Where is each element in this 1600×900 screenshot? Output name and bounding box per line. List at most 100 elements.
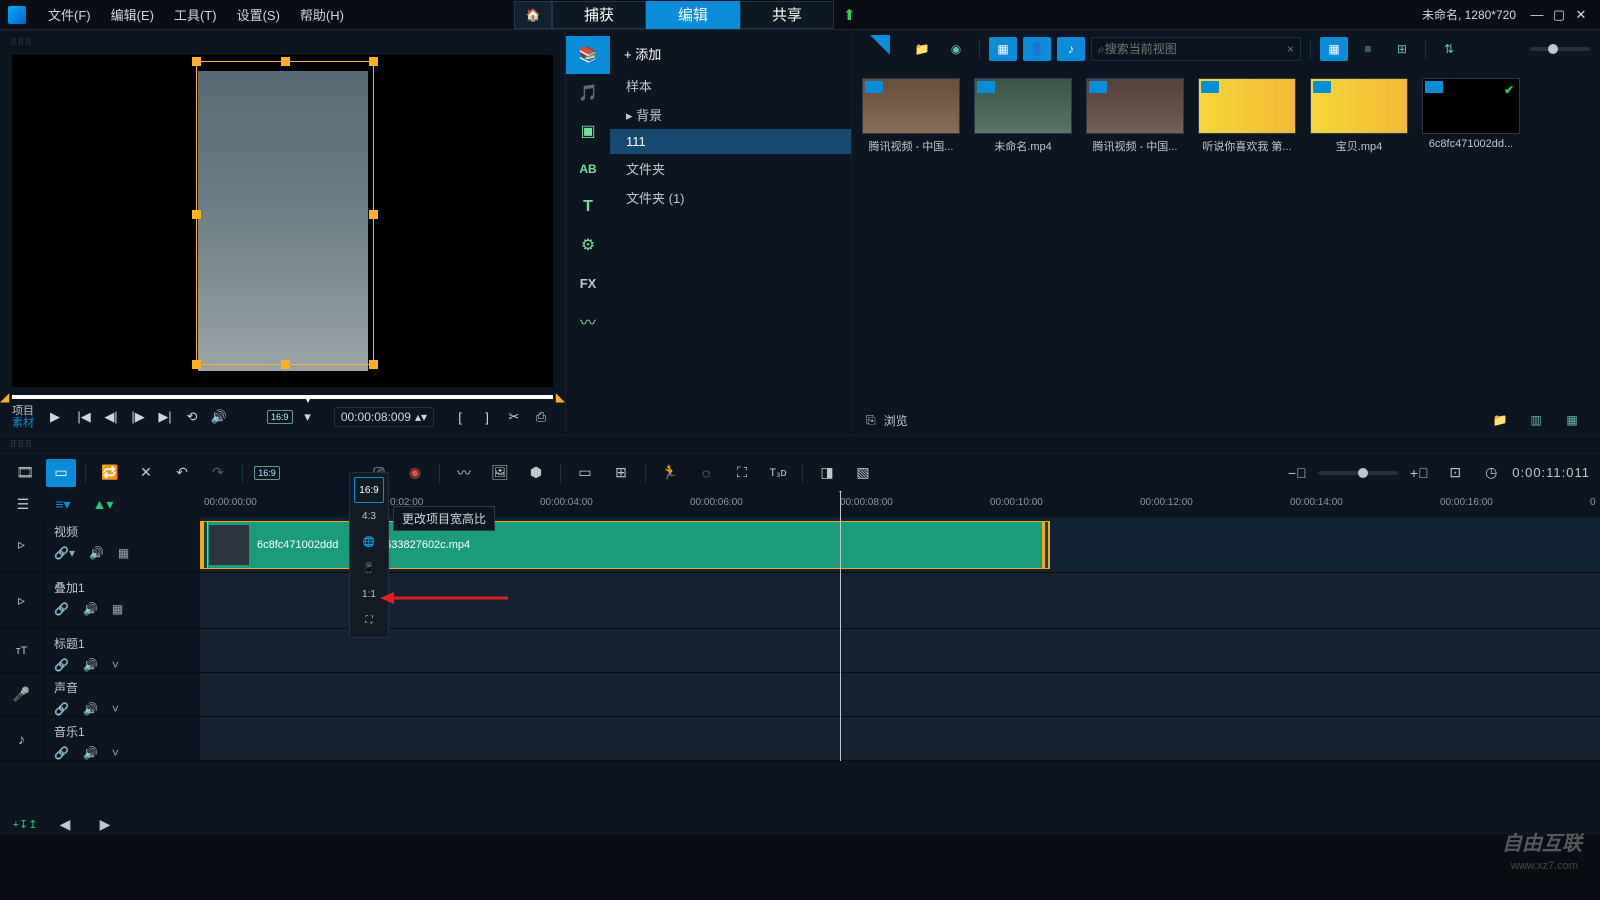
track-overlay[interactable]: ▹ 叠加1🔗🔊▦ (0, 573, 200, 629)
auto-music-icon[interactable]: 🖼 (485, 459, 515, 487)
timeline-canvas[interactable]: 00:00:00:00 0:02:00 00:00:04:00 00:00:06… (200, 491, 1600, 761)
scroll-left-icon[interactable]: ◀ (50, 810, 80, 838)
view-large-icon[interactable]: ▦ (1320, 37, 1348, 61)
lib-opts-icon[interactable]: ▦ (1558, 408, 1586, 432)
mixer-icon[interactable]: ◉ (400, 459, 430, 487)
loop-button[interactable]: ⟲ (180, 405, 204, 429)
scroll-right-icon[interactable]: ▶ (90, 810, 120, 838)
zoom-slider[interactable] (1318, 471, 1398, 475)
import-folder-icon[interactable]: 📁 (908, 37, 936, 61)
preview-scrubber[interactable]: ▾ ◢ ◣ (0, 395, 565, 399)
maximize-icon[interactable]: ▢ (1548, 6, 1570, 24)
split-icon[interactable]: ✂ (502, 405, 526, 429)
drag-dots-icon[interactable]: ⠿⠿⠿ (0, 435, 1600, 453)
view-list-icon[interactable]: ≡ (1354, 37, 1382, 61)
fit-timeline-icon[interactable]: ⊡ (1440, 459, 1470, 487)
sort-icon[interactable]: ⇅ (1435, 37, 1463, 61)
track-mute-icon[interactable]: ▲▾ (88, 490, 118, 518)
replace-icon[interactable]: 🔁 (95, 459, 125, 487)
tree-folder-2[interactable]: 文件夹 (1) (610, 183, 851, 212)
menu-tools[interactable]: 工具(T) (164, 5, 227, 24)
filter-audio-icon[interactable]: ♪ (1057, 37, 1085, 61)
library-thumb[interactable]: ✔6c8fc471002dd... (1422, 78, 1520, 150)
track-motion-icon[interactable]: ◌ (691, 459, 721, 487)
track-video[interactable]: ▹ 视频🔗▾🔊▦ (0, 517, 200, 573)
zoom-in-button[interactable]: +⃝ (1404, 459, 1434, 487)
aspect-ratio-dropdown[interactable]: 16:9 4:3 🌐 📱 1:1 ⛶ (349, 472, 389, 638)
drag-dots-icon[interactable]: ⠿⠿⠿ (0, 34, 565, 51)
menu-file[interactable]: 文件(F) (38, 5, 101, 24)
browse-label[interactable]: 浏览 (884, 412, 908, 429)
subtitle-icon[interactable]: ▭ (570, 459, 600, 487)
thumb-size-slider[interactable] (1530, 47, 1590, 51)
track-voice[interactable]: 🎤 声音🔗🔊˅ (0, 673, 200, 717)
add-button[interactable]: + 添加 (610, 36, 851, 71)
library-thumb[interactable]: 腾讯视频 - 中国... (1086, 78, 1184, 154)
filter-photo-icon[interactable]: 👤 (1023, 37, 1051, 61)
aspect-option-phone-icon[interactable]: 📱 (354, 555, 384, 581)
lib-panel-icon[interactable]: ▥ (1522, 408, 1550, 432)
storyboard-view-icon[interactable]: 🎞 (10, 459, 40, 487)
menu-settings[interactable]: 设置(S) (227, 5, 290, 24)
path-icon[interactable]: 〰 (566, 302, 610, 340)
volume-icon[interactable]: 🔊 (207, 405, 231, 429)
track-options-icon[interactable]: ☰ (8, 490, 38, 518)
timeline-view-icon[interactable]: ▭ (46, 459, 76, 487)
graphics-icon[interactable]: ⚙ (566, 226, 610, 264)
transition-icon[interactable]: ▣ (566, 112, 610, 150)
resize-dropdown-icon[interactable]: ▾ (296, 405, 320, 429)
tree-folder-1[interactable]: 文件夹 (610, 154, 851, 183)
mark-out-icon[interactable]: ] (475, 405, 499, 429)
track-music[interactable]: ♪ 音乐1🔗🔊˅ (0, 717, 200, 761)
aspect-option-custom-icon[interactable]: ⛶ (354, 607, 384, 633)
audio-mixer-icon[interactable]: 〰 (449, 459, 479, 487)
chapter-icon[interactable]: ⬢ (521, 459, 551, 487)
undo-button[interactable]: ↶ (167, 459, 197, 487)
browse-expand-icon[interactable]: ⎘ (866, 413, 876, 428)
minimize-icon[interactable]: — (1526, 6, 1548, 24)
library-thumb[interactable]: 腾讯视频 - 中国... (862, 78, 960, 154)
tree-folder-111[interactable]: 111 (610, 129, 851, 154)
filter-video-icon[interactable]: ▦ (989, 37, 1017, 61)
media-library-icon[interactable]: 📚 (566, 36, 610, 74)
mark-in-icon[interactable]: [ (448, 405, 472, 429)
next-frame-button[interactable]: |▶ (126, 405, 150, 429)
title-icon[interactable]: AB (566, 150, 610, 188)
close-icon[interactable]: ✕ (1570, 6, 1592, 24)
focus-icon[interactable]: ⛶ (727, 459, 757, 487)
tab-edit[interactable]: 编辑 (646, 1, 740, 29)
snapshot-icon[interactable]: ⎙ (529, 405, 553, 429)
track-add-icon[interactable]: ≡▾ (48, 490, 78, 518)
add-track-icon[interactable]: +↧↥ (10, 810, 40, 838)
tab-share[interactable]: 共享 (740, 1, 834, 29)
upload-icon[interactable]: ⬆ (834, 1, 865, 29)
timeline-lane-title[interactable] (200, 629, 1600, 673)
home-tab-icon[interactable]: 🏠 (514, 1, 552, 29)
tree-background[interactable]: ▸ 背景 (610, 100, 851, 129)
multi-view-icon[interactable]: ⊞ (606, 459, 636, 487)
library-thumb[interactable]: 未命名.mp4 (974, 78, 1072, 154)
preview-viewport[interactable] (12, 55, 553, 387)
track-title[interactable]: ᴛT 标题1🔗🔊˅ (0, 629, 200, 673)
view-grid-icon[interactable]: ⊞ (1388, 37, 1416, 61)
selection-box[interactable] (196, 61, 374, 365)
pin-icon[interactable] (862, 35, 890, 63)
search-field[interactable] (1105, 42, 1287, 56)
clock-icon[interactable]: ◷ (1476, 459, 1506, 487)
fx-icon[interactable]: FX (566, 264, 610, 302)
aspect-option-16-9[interactable]: 16:9 (354, 477, 384, 503)
capture-icon[interactable]: ◉ (942, 37, 970, 61)
aspect-ratio-button[interactable]: 16:9 (267, 410, 293, 424)
audio-icon[interactable]: 🎵 (566, 74, 610, 112)
mask-icon[interactable]: ▧ (848, 459, 878, 487)
tools-icon[interactable]: ✕ (131, 459, 161, 487)
goto-start-button[interactable]: |◀ (72, 405, 96, 429)
timeline-clip[interactable]: 6c8fc471002ddd (200, 521, 360, 569)
timeline-lane-voice[interactable] (200, 673, 1600, 717)
redo-button[interactable]: ↷ (203, 459, 233, 487)
goto-end-button[interactable]: ▶| (153, 405, 177, 429)
menu-help[interactable]: 帮助(H) (290, 5, 354, 24)
preview-timecode[interactable]: 00:00:08:009▴▾ (334, 407, 434, 427)
tab-capture[interactable]: 捕获 (552, 1, 646, 29)
library-thumb[interactable]: 听说你喜欢我 第... (1198, 78, 1296, 154)
